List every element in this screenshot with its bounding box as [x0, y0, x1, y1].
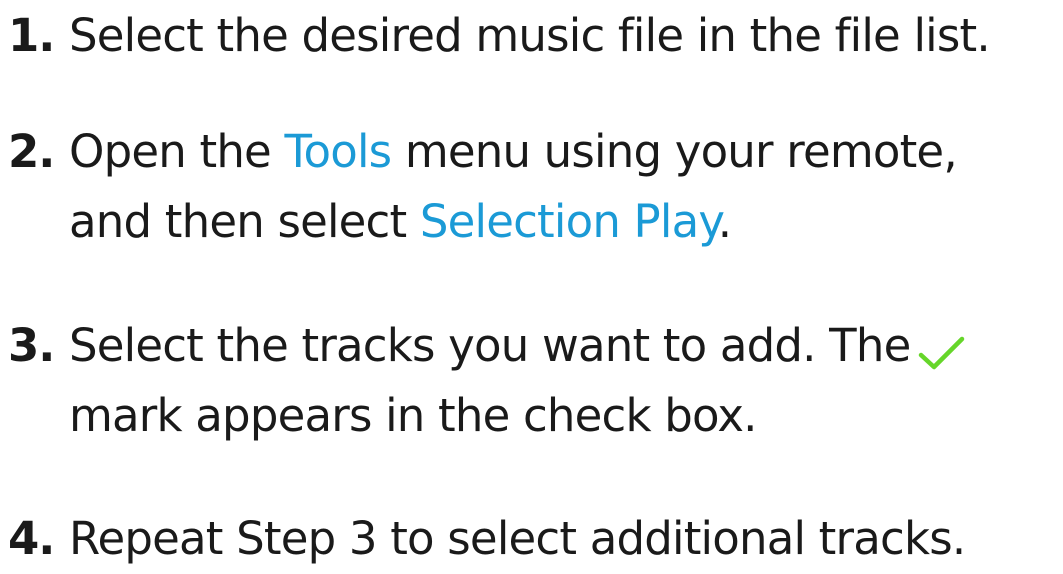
step-line: Open the Tools menu using your remote,: [69, 117, 958, 187]
step-text: Select the desired music file in the fil…: [69, 1, 991, 71]
step-number: 2.: [8, 125, 55, 178]
text-segment: menu using your remote,: [391, 125, 958, 178]
step-number: 4.: [8, 512, 55, 565]
step-text: Repeat Step 3 to select additional track…: [69, 504, 966, 574]
text-segment: and then select: [69, 195, 420, 248]
step-number: 3.: [8, 319, 55, 372]
step-number: 1.: [8, 9, 55, 62]
checkmark-icon: [919, 336, 965, 370]
text-segment: Select the tracks you want to add. The: [69, 319, 911, 372]
step-line: Select the tracks you want to add. The: [69, 311, 966, 381]
step-line: and then select Selection Play.: [69, 187, 957, 257]
text-segment: Open the: [69, 125, 285, 178]
step-line: Select the desired music file in the fil…: [69, 9, 991, 62]
text-segment: .: [717, 195, 732, 248]
step-text: Open the Tools menu using your remote, a…: [69, 117, 958, 257]
step-line: Repeat Step 3 to select additional track…: [69, 512, 966, 565]
step-text: Select the tracks you want to add. The m…: [69, 311, 966, 451]
step-line: mark appears in the check box.: [69, 389, 757, 442]
selection-play-label: Selection Play: [419, 195, 719, 248]
tools-menu-label: Tools: [284, 125, 392, 178]
